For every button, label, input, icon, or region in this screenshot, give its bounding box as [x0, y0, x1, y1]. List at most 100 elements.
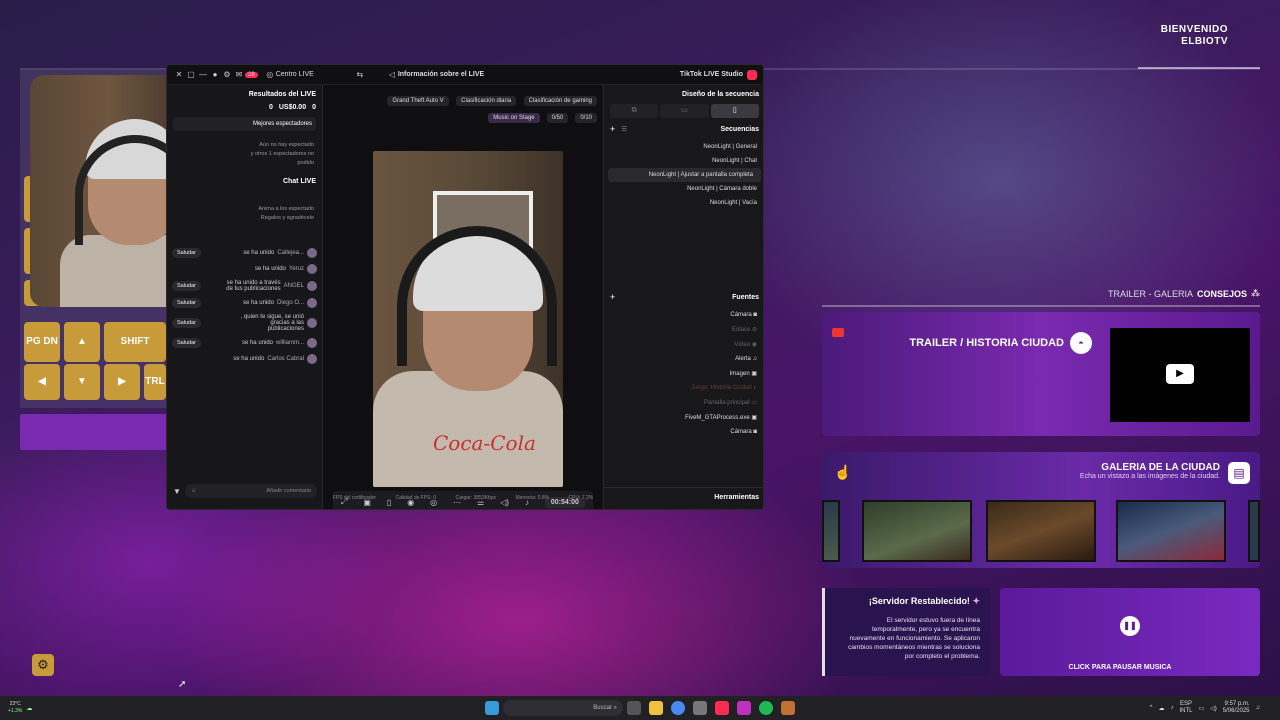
chat-message: Saludar se ha unido a través de tus publi…	[167, 277, 322, 295]
avatar[interactable]	[307, 298, 317, 308]
pause-icon[interactable]: ❚❚	[1120, 616, 1140, 636]
obs-icon[interactable]	[693, 701, 707, 715]
clock[interactable]: 9:57 p.m. 5/06/2025	[1223, 701, 1250, 715]
chat-user[interactable]: Callejea...	[277, 250, 304, 256]
salute-button[interactable]: Saludar	[172, 338, 201, 348]
play-icon[interactable]: ▶	[1166, 364, 1194, 384]
orientation-option-3[interactable]: ⧉	[610, 104, 659, 118]
settings-gear-icon[interactable]: ⚙	[32, 654, 54, 676]
gallery-header: GALERIA DE LA CIUDAD Echa un vistazo a l…	[1080, 462, 1220, 480]
pill-gaming-ranking[interactable]: Clasificación de gaming	[523, 96, 597, 106]
goal-1[interactable]: 0/10	[575, 113, 597, 123]
close-icon[interactable]: ✕	[173, 70, 185, 79]
avatar[interactable]	[307, 318, 317, 328]
chrome-icon[interactable]	[671, 701, 685, 715]
settings-gear-icon[interactable]: ⚙	[221, 70, 233, 79]
notification-icon[interactable]: ✉	[233, 70, 245, 79]
key-down[interactable]: ▼	[64, 364, 100, 400]
key-up[interactable]: ▲	[64, 322, 100, 362]
tab-live-center[interactable]: Centro LIVE	[276, 71, 314, 78]
chat-user[interactable]: williamm...	[276, 340, 304, 346]
minimize-icon[interactable]: —	[197, 70, 209, 79]
avatar[interactable]	[307, 281, 317, 291]
chevron-up-icon[interactable]: ^	[1150, 705, 1153, 711]
discord-icon[interactable]	[737, 701, 751, 715]
server-notice-panel: ¡Servidor Restablecido! ✦ El servidor es…	[822, 588, 990, 676]
avatar[interactable]	[307, 338, 317, 348]
tiktok-icon[interactable]	[715, 701, 729, 715]
music-label[interactable]: CLICK PARA PAUSAR MUSICA	[1000, 664, 1240, 671]
gallery-thumb[interactable]	[1116, 500, 1226, 562]
tab-live-info[interactable]: Información sobre el LIVE	[398, 71, 484, 78]
gallery-thumb[interactable]	[986, 500, 1096, 562]
file-explorer-icon[interactable]	[649, 701, 663, 715]
window-icon: ▣	[751, 415, 757, 421]
key-right[interactable]: ▶	[104, 364, 140, 400]
add-source-icon[interactable]: +	[610, 292, 615, 302]
sequence-item[interactable]: NeonLight | Chat	[604, 154, 763, 168]
maximize-icon[interactable]: ▢	[185, 70, 197, 79]
source-item[interactable]: FiveM_GTAProcess.exe ▣	[604, 410, 763, 425]
taskbar-search[interactable]: Buscar ⌕	[503, 700, 623, 716]
salute-button[interactable]: Saludar	[172, 318, 201, 328]
spotify-icon[interactable]	[759, 701, 773, 715]
salute-button[interactable]: Saludar	[172, 248, 201, 258]
goal-2[interactable]: 0/50	[546, 113, 569, 123]
chat-user[interactable]: Carlos Cabral	[267, 356, 304, 362]
sequence-item[interactable]: NeonLight | Vacía	[604, 196, 763, 210]
dropdown-arrow-icon[interactable]: ▼	[173, 487, 181, 496]
source-item[interactable]: Cámara ◙	[604, 308, 763, 322]
portrait-icon[interactable]: ▯	[710, 104, 759, 118]
avatar[interactable]	[307, 264, 317, 274]
gallery-thumb[interactable]	[822, 500, 840, 562]
volume-icon[interactable]: ◁)	[1210, 705, 1217, 712]
best-viewers-button[interactable]: Mejores espectadores	[173, 117, 316, 131]
avatar[interactable]	[307, 354, 317, 364]
chat-user[interactable]: Yeruz	[289, 266, 304, 272]
sequence-item[interactable]: NeonLight | Cámara doble	[604, 182, 763, 196]
monitor-icon[interactable]: ▭	[1199, 705, 1205, 712]
source-item[interactable]: Juego: Historia Ciudad ◐	[604, 381, 763, 395]
emoji-icon[interactable]: ☺	[191, 488, 197, 494]
source-item[interactable]: Enlace ⊘	[604, 322, 763, 337]
back-icon[interactable]: ◁	[386, 70, 398, 79]
language[interactable]: ESP INTL	[1179, 701, 1192, 715]
pill-daily-ranking[interactable]: Clasificación diaria	[456, 96, 517, 106]
key-ctrl[interactable]: TRL	[144, 364, 166, 400]
status-fps: Calidad de FPS: 0	[395, 495, 437, 501]
key-left[interactable]: ◀	[24, 364, 60, 400]
gallery-thumb[interactable]	[862, 500, 972, 562]
mic-icon[interactable]: ♪	[1170, 705, 1173, 711]
add-sequence-icon[interactable]: +	[610, 124, 615, 134]
sequence-item[interactable]: NeonLight | General	[604, 140, 763, 154]
salute-button[interactable]: Saludar	[172, 281, 201, 291]
landscape-icon[interactable]: ▭	[660, 104, 709, 118]
user-avatar-icon[interactable]: ●	[209, 70, 221, 79]
share-icon[interactable]: ⇆	[354, 70, 366, 79]
gallery-thumb[interactable]	[1248, 500, 1260, 562]
source-item[interactable]: Pantalla principal ▭	[604, 395, 763, 410]
source-item[interactable]: Vídeo ◉	[604, 337, 763, 352]
source-item[interactable]: Alerta ♫	[604, 352, 763, 366]
sequence-list-icon[interactable]: ☰	[621, 125, 627, 133]
weather[interactable]: 23°C +1.3%	[8, 701, 22, 715]
pill-gta[interactable]: Grand Theft Auto V	[387, 96, 449, 106]
trailer-video[interactable]: ▶	[1110, 328, 1250, 422]
app-icon[interactable]	[781, 701, 795, 715]
cloud-icon[interactable]: ☁	[1158, 705, 1164, 712]
comment-input[interactable]: ☺ Añadir comentario	[184, 484, 317, 498]
task-view-icon[interactable]	[627, 701, 641, 715]
sequence-item-selected[interactable]: NeonLight | Ajustar a pantalla completa	[608, 168, 761, 182]
salute-button[interactable]: Saludar	[172, 298, 201, 308]
live-center-icon[interactable]: ◎	[264, 70, 276, 79]
source-item[interactable]: Imagen ▣	[604, 366, 763, 381]
goal-music-on-stage[interactable]: Music on Stage	[488, 113, 540, 123]
key-shift[interactable]: SHIFT	[104, 322, 166, 362]
chat-user[interactable]: ANGEL	[284, 283, 304, 289]
bell-icon[interactable]: ♫	[1256, 705, 1261, 711]
chat-user[interactable]: Diego O...	[277, 300, 304, 306]
windows-start-icon[interactable]	[485, 701, 499, 715]
avatar[interactable]	[307, 248, 317, 258]
key-pgdn[interactable]: PG DN	[24, 322, 60, 362]
source-item[interactable]: Cámara ◙	[604, 425, 763, 439]
